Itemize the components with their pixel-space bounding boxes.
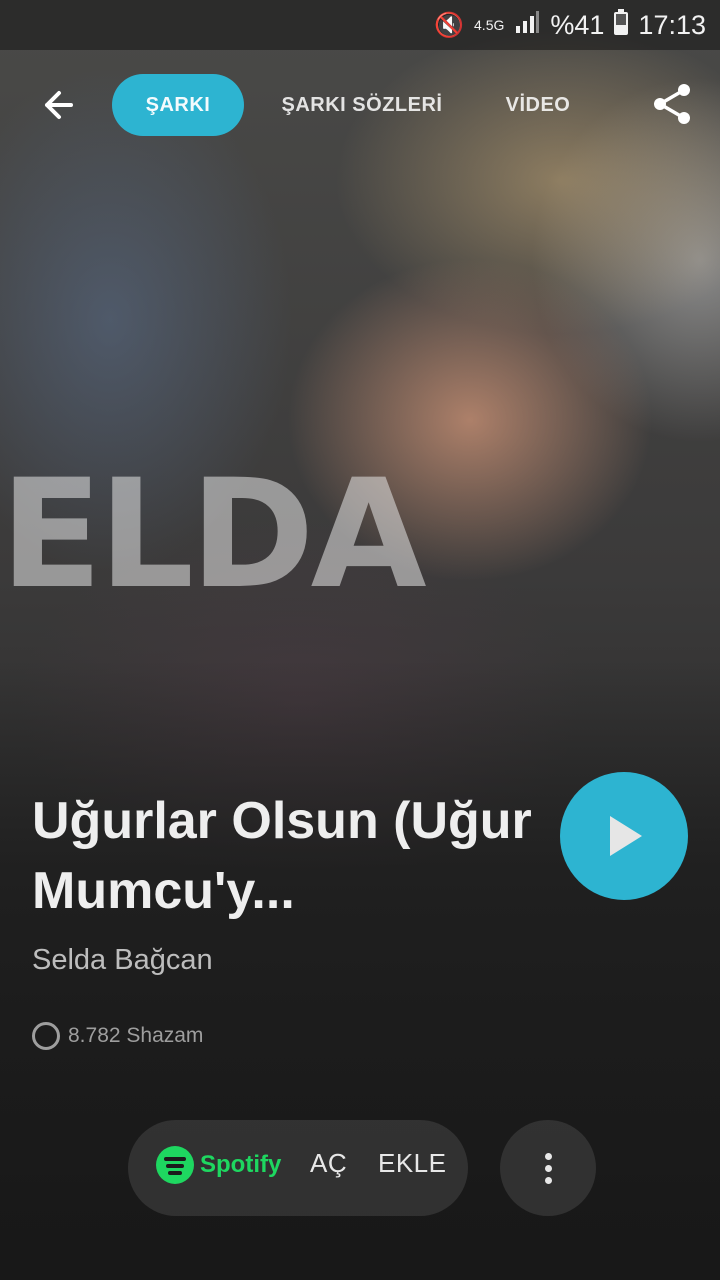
- share-button[interactable]: [650, 82, 694, 126]
- network-type: 4.5G: [474, 17, 505, 33]
- clock: 17:13: [638, 9, 706, 40]
- mute-icon: 🔇: [434, 11, 465, 39]
- signal-icon: [514, 10, 540, 41]
- play-icon: [610, 816, 642, 856]
- spotify-icon: [156, 1146, 194, 1184]
- shazam-count: 8.782 Shazam: [68, 1024, 204, 1047]
- status-bar: 🔇 4.5G %41 17:13: [0, 0, 720, 50]
- artist-name[interactable]: Selda Bağcan: [32, 944, 213, 977]
- battery-icon: [614, 8, 629, 42]
- back-button[interactable]: [30, 78, 84, 132]
- more-options-button[interactable]: [500, 1120, 596, 1216]
- shazam-icon: [32, 1022, 60, 1050]
- tab-lyrics[interactable]: ŞARKI SÖZLERİ: [272, 74, 452, 136]
- top-navigation: ŞARKI ŞARKI SÖZLERİ VİDEO: [0, 68, 720, 140]
- share-icon: [654, 84, 690, 124]
- tab-video[interactable]: VİDEO: [498, 74, 578, 136]
- tab-song[interactable]: ŞARKI: [112, 74, 244, 136]
- play-button[interactable]: [560, 772, 688, 900]
- add-to-spotify-button[interactable]: EKLE: [378, 1148, 447, 1179]
- battery-percent: %41: [550, 9, 605, 40]
- open-in-spotify-button[interactable]: AÇ: [310, 1148, 347, 1179]
- spotify-provider: Spotify: [156, 1146, 281, 1184]
- shazam-count-row: 8.782 Shazam: [32, 1022, 203, 1050]
- spotify-label: Spotify: [200, 1151, 282, 1178]
- more-vertical-icon: [544, 1152, 552, 1160]
- song-title: Uğurlar Olsun (Uğur Mumcu'y...: [32, 792, 532, 920]
- back-arrow-icon: [45, 91, 73, 119]
- artwork-lettering: ELDA: [0, 448, 427, 622]
